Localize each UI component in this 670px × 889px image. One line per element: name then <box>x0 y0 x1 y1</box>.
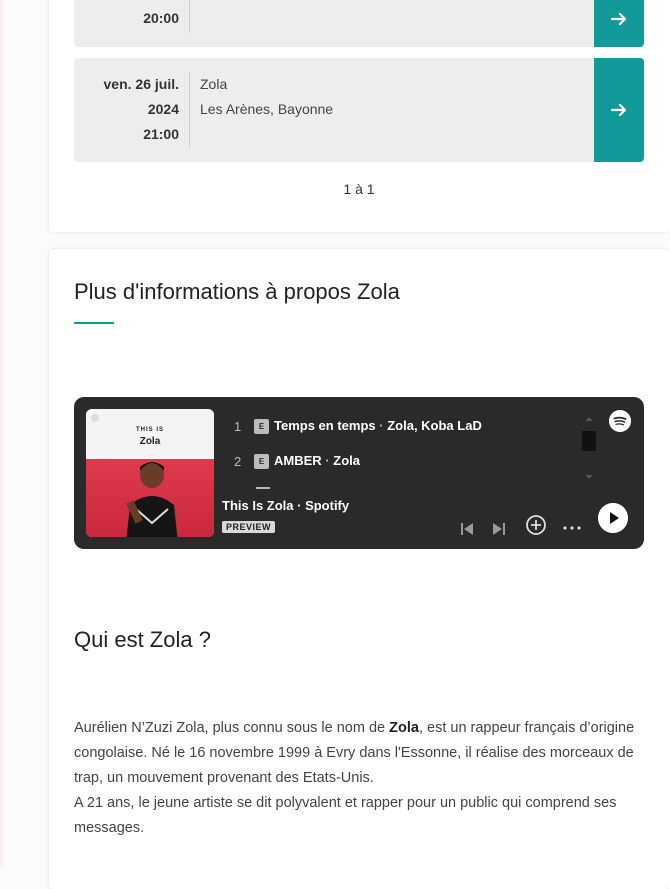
event-details-button[interactable] <box>594 0 644 47</box>
cover-name: Zola <box>139 436 161 447</box>
event-time: 20:00 <box>143 10 179 26</box>
scroll-down-icon[interactable] <box>585 475 593 479</box>
row-divider <box>189 0 190 33</box>
arrow-right-icon <box>610 12 627 25</box>
playlist-title[interactable]: This Is Zola · Spotify <box>222 498 349 513</box>
bio-paragraph: Aurélien N’Zuzi Zola, plus connu sous le… <box>74 716 644 791</box>
next-track-icon[interactable] <box>491 521 507 537</box>
track-title: AMBER <box>274 453 322 468</box>
event-date: ven. 26 juil. 2024 21:00 <box>74 58 189 162</box>
track-number: 1 <box>234 419 242 434</box>
track-title: Temps en temps <box>274 418 376 433</box>
spotify-embed[interactable]: THIS IS Zola 1 E Temps en temps · Zola, … <box>74 397 644 549</box>
track-row-partial <box>256 487 270 489</box>
more-options-icon[interactable] <box>562 521 582 535</box>
track-artists: Zola, Koba LaD <box>387 418 482 433</box>
preview-badge: PREVIEW <box>222 521 276 533</box>
event-venue: Les Arènes, Bayonne <box>200 101 334 117</box>
bio-title: Qui est Zola ? <box>74 627 211 652</box>
explicit-badge: E <box>254 419 269 434</box>
pagination-label: 1 à 1 <box>343 181 375 197</box>
track-number: 2 <box>234 454 242 469</box>
bio-text: Aurélien N’Zuzi Zola, plus connu sous le… <box>74 716 644 841</box>
event-artist[interactable]: Zola <box>200 76 227 92</box>
page-left-edge <box>0 0 3 867</box>
track-separator: · <box>325 453 330 468</box>
playlist-cover[interactable]: THIS IS Zola <box>86 409 214 537</box>
track-artists: Zola <box>333 453 360 468</box>
artist-photo <box>126 462 178 537</box>
explicit-badge: E <box>254 454 269 469</box>
play-icon[interactable] <box>598 503 628 533</box>
event-row[interactable]: 20:00 <box>74 0 644 47</box>
spotify-logo-icon[interactable] <box>609 410 631 432</box>
track-separator: · <box>379 418 384 433</box>
event-details-button[interactable] <box>594 58 644 162</box>
event-time: 21:00 <box>143 126 179 142</box>
event-row[interactable]: ven. 26 juil. 2024 21:00 Zola Les Arènes… <box>74 58 644 162</box>
tracklist-scrollbar[interactable] <box>582 417 596 481</box>
bio-artist-name: Zola <box>389 720 419 736</box>
track-row[interactable]: 2 E AMBER · Zola <box>222 452 482 472</box>
track-text: Temps en temps · Zola, Koba LaD <box>274 418 482 433</box>
track-row[interactable]: 1 E Temps en temps · Zola, Koba LaD <box>222 417 482 437</box>
arrow-right-icon <box>610 103 627 117</box>
event-date-line1: ven. 26 juil. <box>103 76 179 92</box>
previous-track-icon[interactable] <box>459 521 475 537</box>
cover-dot-icon <box>91 414 99 422</box>
title-underline <box>74 322 114 324</box>
track-text: AMBER · Zola <box>274 453 360 468</box>
event-date-line2: 2024 <box>147 101 179 117</box>
section-title: Plus d'informations à propos Zola <box>74 279 400 304</box>
scroll-up-icon[interactable] <box>585 417 593 421</box>
event-date: 20:00 <box>74 0 189 47</box>
scroll-thumb[interactable] <box>582 431 596 451</box>
cover-header <box>86 409 214 459</box>
add-to-library-icon[interactable] <box>525 514 547 536</box>
row-divider <box>189 72 190 148</box>
bio-paragraph: A 21 ans, le jeune artiste se dit polyva… <box>74 795 617 836</box>
bio-text-part: Aurélien N’Zuzi Zola, plus connu sous le… <box>74 720 390 736</box>
cover-small-text: THIS IS <box>135 427 164 433</box>
